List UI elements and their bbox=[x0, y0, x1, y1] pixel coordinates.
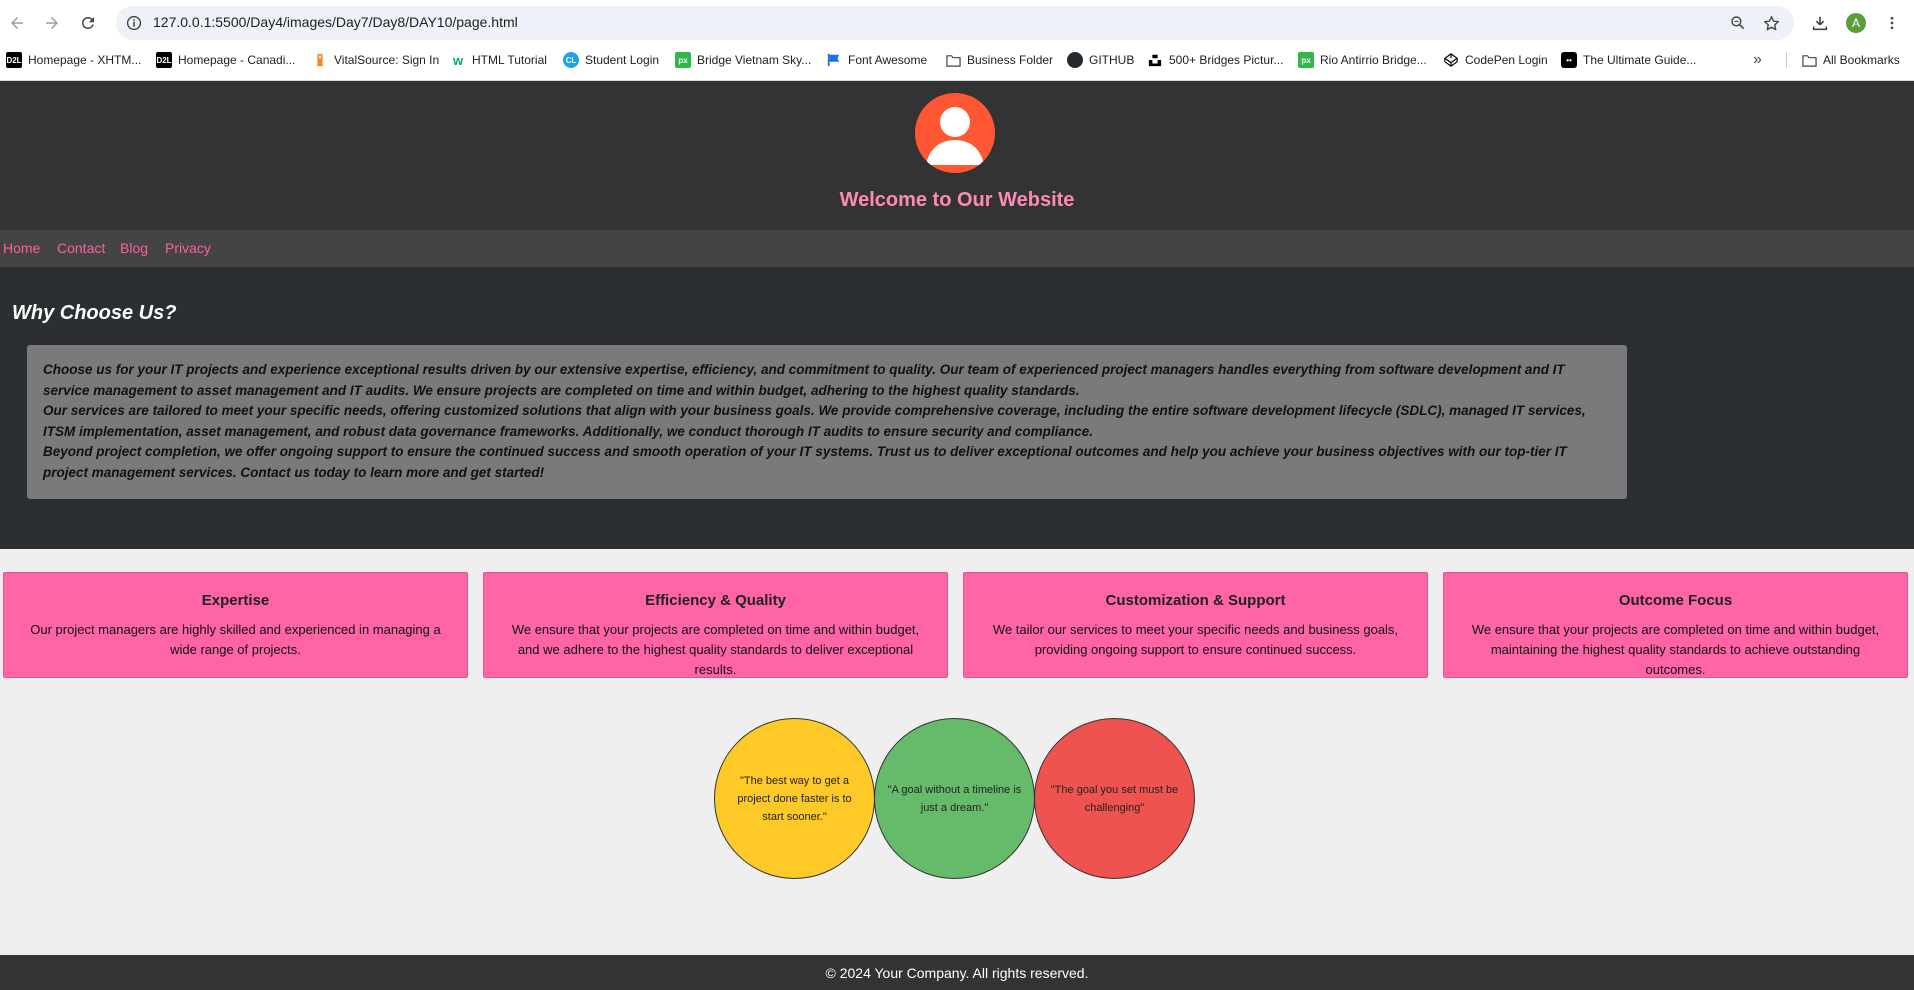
arrow-right-icon bbox=[46, 17, 58, 29]
bookmark-item[interactable]: Font Awesome bbox=[826, 48, 927, 72]
card-title: Customization & Support bbox=[1105, 592, 1286, 609]
medium-icon: •• bbox=[1561, 52, 1577, 68]
w3schools-icon: w bbox=[452, 52, 464, 68]
bookmark-item[interactable]: px Bridge Vietnam Sky... bbox=[675, 48, 811, 72]
bookmarks-overflow-button[interactable]: » bbox=[1753, 48, 1762, 72]
bookmarks-divider bbox=[1786, 52, 1787, 68]
bookmark-star-icon[interactable] bbox=[1761, 13, 1781, 33]
quote-text: "The best way to get a project done fast… bbox=[737, 774, 852, 823]
all-bookmarks-button[interactable]: All Bookmarks bbox=[1801, 48, 1900, 72]
profile-avatar[interactable]: A bbox=[1846, 13, 1866, 33]
bookmark-item[interactable]: VitalSource: Sign In bbox=[312, 48, 439, 72]
quote-circle: "The goal you set must be challenging" bbox=[1034, 718, 1195, 879]
bookmark-label: 500+ Bridges Pictur... bbox=[1169, 53, 1284, 67]
copyright-text: © 2024 Your Company. All rights reserved… bbox=[825, 965, 1089, 981]
bookmark-label: Homepage - Canadi... bbox=[178, 53, 296, 67]
back-button[interactable] bbox=[5, 11, 29, 35]
nav-blog-link[interactable]: Blog bbox=[120, 240, 148, 256]
why-paragraph: Beyond project completion, we offer ongo… bbox=[43, 444, 1567, 480]
bookmark-item[interactable]: D2L Homepage - Canadi... bbox=[156, 48, 295, 72]
flag-icon bbox=[826, 52, 842, 68]
card-title: Expertise bbox=[201, 592, 270, 609]
nav-contact-link[interactable]: Contact bbox=[57, 240, 105, 256]
bookmark-label: Rio Antirrio Bridge... bbox=[1320, 53, 1427, 67]
feature-card-expertise: Expertise Our project managers are highl… bbox=[3, 572, 468, 678]
bookmark-item[interactable]: CodePen Login bbox=[1443, 48, 1548, 72]
pixabay-icon: px bbox=[1298, 52, 1314, 68]
codepen-icon bbox=[1443, 52, 1459, 68]
bookmark-item[interactable]: D2L Homepage - XHTM... bbox=[6, 48, 141, 72]
reload-button[interactable] bbox=[76, 11, 100, 35]
student-login-icon: CL bbox=[563, 52, 579, 68]
url-text[interactable]: 127.0.0.1:5500/Day4/images/Day7/Day8/DAY… bbox=[153, 14, 518, 30]
vitalsource-icon bbox=[312, 52, 328, 68]
d2l-icon: D2L bbox=[6, 52, 22, 68]
bookmarks-bar: D2L Homepage - XHTM... D2L Homepage - Ca… bbox=[0, 48, 1914, 72]
bookmark-label: Homepage - XHTM... bbox=[28, 53, 142, 67]
why-choose-us-section: Why Choose Us? Choose us for your IT pro… bbox=[0, 267, 1914, 549]
site-title: Welcome to Our Website bbox=[839, 189, 1075, 211]
card-title: Efficiency & Quality bbox=[645, 592, 786, 609]
why-description-box: Choose us for your IT projects and exper… bbox=[27, 345, 1627, 499]
download-icon[interactable] bbox=[1808, 11, 1832, 35]
bookmark-label: HTML Tutorial bbox=[472, 53, 547, 67]
card-text: We ensure that your projects are complet… bbox=[511, 622, 920, 677]
site-info-icon[interactable] bbox=[124, 13, 144, 33]
card-text: We tailor our services to meet your spec… bbox=[992, 622, 1399, 657]
why-paragraph: Choose us for your IT projects and exper… bbox=[43, 362, 1565, 398]
main-nav: Home Contact Blog Privacy bbox=[0, 230, 1914, 267]
d2l-icon: D2L bbox=[156, 52, 172, 68]
section-heading: Why Choose Us? bbox=[12, 302, 177, 324]
bookmark-item[interactable]: CL Student Login bbox=[563, 48, 659, 72]
bookmark-item[interactable]: px Rio Antirrio Bridge... bbox=[1298, 48, 1427, 72]
quote-circle: "The best way to get a project done fast… bbox=[714, 718, 875, 879]
bookmark-item[interactable]: GITHUB bbox=[1067, 48, 1134, 72]
bookmark-label: GITHUB bbox=[1089, 53, 1135, 67]
nav-home-link[interactable]: Home bbox=[3, 240, 40, 256]
forward-button[interactable] bbox=[40, 11, 64, 35]
card-text: Our project managers are highly skilled … bbox=[30, 622, 441, 657]
arrow-left-icon bbox=[11, 17, 23, 29]
browser-chrome: 127.0.0.1:5500/Day4/images/Day7/Day8/DAY… bbox=[0, 0, 1914, 81]
page-viewport: Welcome to Our Website Home Contact Blog… bbox=[0, 81, 1914, 990]
user-avatar-icon bbox=[915, 93, 995, 173]
bookmark-item[interactable]: Business Folder bbox=[945, 48, 1053, 72]
github-icon bbox=[1067, 52, 1083, 68]
menu-kebab-icon[interactable] bbox=[1880, 11, 1904, 35]
quote-circle: "A goal without a timeline is just a dre… bbox=[874, 718, 1035, 879]
site-header: Welcome to Our Website bbox=[0, 81, 1914, 230]
nav-privacy-link[interactable]: Privacy bbox=[165, 240, 211, 256]
quote-text: "The goal you set must be challenging" bbox=[1050, 783, 1179, 814]
bookmark-label: The Ultimate Guide... bbox=[1583, 53, 1697, 67]
site-footer: © 2024 Your Company. All rights reserved… bbox=[0, 955, 1914, 990]
bookmark-label: Font Awesome bbox=[848, 53, 928, 67]
why-paragraph: Our services are tailored to meet your s… bbox=[43, 403, 1586, 439]
card-text: We ensure that your projects are complet… bbox=[1471, 622, 1880, 677]
folder-icon bbox=[1801, 52, 1817, 68]
chevron-double-right-icon: » bbox=[1753, 51, 1762, 68]
feature-card-outcome: Outcome Focus We ensure that your projec… bbox=[1443, 572, 1908, 678]
bookmark-label: All Bookmarks bbox=[1823, 53, 1900, 67]
bookmark-label: Bridge Vietnam Sky... bbox=[697, 53, 812, 67]
bookmark-item[interactable]: •• The Ultimate Guide... bbox=[1561, 48, 1696, 72]
bookmark-label: VitalSource: Sign In bbox=[334, 53, 440, 67]
address-bar[interactable]: 127.0.0.1:5500/Day4/images/Day7/Day8/DAY… bbox=[116, 6, 1794, 40]
bookmark-label: Student Login bbox=[585, 53, 660, 67]
reload-icon bbox=[81, 16, 94, 29]
card-title: Outcome Focus bbox=[1618, 592, 1733, 609]
folder-icon bbox=[945, 52, 961, 68]
feature-card-efficiency: Efficiency & Quality We ensure that your… bbox=[483, 572, 948, 678]
zoom-icon[interactable] bbox=[1728, 13, 1748, 33]
browser-toolbar: 127.0.0.1:5500/Day4/images/Day7/Day8/DAY… bbox=[0, 0, 1914, 46]
bookmark-item[interactable]: w HTML Tutorial bbox=[450, 48, 547, 72]
feature-card-customization: Customization & Support We tailor our se… bbox=[963, 572, 1428, 678]
pixabay-icon: px bbox=[675, 52, 691, 68]
unsplash-icon bbox=[1147, 52, 1163, 68]
bookmark-label: Business Folder bbox=[967, 53, 1054, 67]
bookmark-item[interactable]: 500+ Bridges Pictur... bbox=[1147, 48, 1283, 72]
bookmark-label: CodePen Login bbox=[1465, 53, 1548, 67]
quote-text: "A goal without a timeline is just a dre… bbox=[887, 783, 1022, 814]
